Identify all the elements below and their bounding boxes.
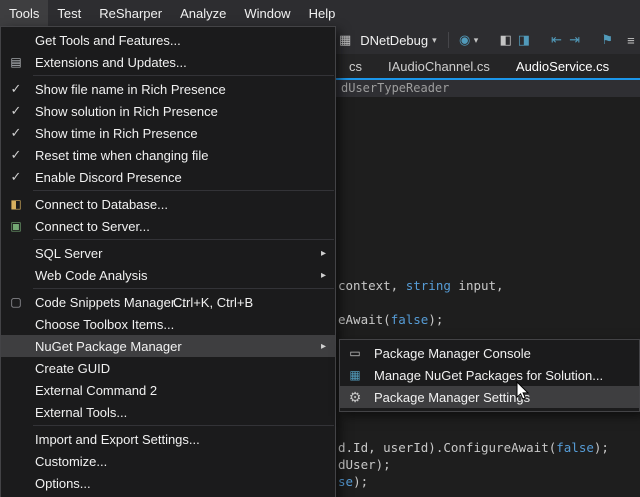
menu-separator [33,190,334,191]
checkmark-icon: ✓ [1,122,31,144]
checkmark-icon: ✓ [1,78,31,100]
menubar-item-test[interactable]: Test [48,0,90,26]
console-icon: ▭ [340,342,370,364]
menubar-item-analyze[interactable]: Analyze [171,0,235,26]
extensions-icon: ▤ [1,51,31,73]
menu-item-label: Customize... [35,454,107,469]
menu-item-label: Create GUID [35,361,110,376]
tab-partial[interactable]: cs [336,54,375,78]
menubar: Tools Test ReSharper Analyze Window Help [0,0,640,26]
menu-item-sql-server[interactable]: SQL Server ▸ [1,242,335,264]
menu-item-options[interactable]: Options... [1,472,335,494]
menu-item-create-guid[interactable]: Create GUID [1,357,335,379]
menubar-item-resharper[interactable]: ReSharper [90,0,171,26]
window-layout-alt-icon[interactable]: ◨ [516,32,532,48]
menu-item-label: Manage NuGet Packages for Solution... [374,368,603,383]
chevron-down-icon[interactable]: ▾ [474,35,479,46]
code-line: d.Id, userId).ConfigureAwait(false); [338,440,609,455]
menu-item-show-file-name[interactable]: ✓ Show file name in Rich Presence [1,78,335,100]
menu-item-label: Code Snippets Manager... [35,295,185,310]
type-name-label: dUserTypeReader [341,81,449,95]
menu-item-label: Show file name in Rich Presence [35,82,226,97]
startup-project-icon[interactable]: ▦ [337,32,353,48]
menu-item-show-solution[interactable]: ✓ Show solution in Rich Presence [1,100,335,122]
menu-item-label: Get Tools and Features... [35,33,181,48]
menu-item-code-snippets-manager[interactable]: ▢ Code Snippets Manager... Ctrl+K, Ctrl+… [1,291,335,313]
menu-item-label: Package Manager Settings [374,390,530,405]
menu-item-label: Connect to Server... [35,219,150,234]
window-layout-icon[interactable]: ◧ [498,32,514,48]
menu-item-choose-toolbox-items[interactable]: Choose Toolbox Items... [1,313,335,335]
submenu-item-package-manager-console[interactable]: ▭ Package Manager Console [340,342,639,364]
solution-config-dropdown[interactable]: DNetDebug [360,33,428,48]
menu-item-connect-to-server[interactable]: ▣ Connect to Server... [1,215,335,237]
tools-menu: Get Tools and Features... ▤ Extensions a… [0,26,336,497]
attach-debugger-icon[interactable]: ◉ [457,32,473,48]
code-snippets-icon: ▢ [1,291,31,313]
menu-item-shortcut: Ctrl+K, Ctrl+B [173,295,253,310]
menu-item-label: Import and Export Settings... [35,432,200,447]
menu-item-get-tools-and-features[interactable]: Get Tools and Features... [1,29,335,51]
menu-item-reset-time[interactable]: ✓ Reset time when changing file [1,144,335,166]
menu-item-external-command-2[interactable]: External Command 2 [1,379,335,401]
submenu-item-package-manager-settings[interactable]: ⚙ Package Manager Settings [340,386,639,408]
menu-separator [33,239,334,240]
nuget-packages-icon: ▦ [340,364,370,386]
submenu-arrow-icon: ▸ [321,248,326,259]
chevron-down-icon[interactable]: ▾ [432,35,437,46]
menu-item-label: Choose Toolbox Items... [35,317,174,332]
tab-iaudiochannel[interactable]: IAudioChannel.cs [375,54,503,78]
submenu-arrow-icon: ▸ [321,270,326,281]
code-line: se); [338,474,368,489]
toolbar-separator [448,32,449,48]
menu-item-external-tools[interactable]: External Tools... [1,401,335,423]
menu-item-label: Show time in Rich Presence [35,126,198,141]
code-line: dUser); [338,457,391,472]
bookmark-icon[interactable]: ⚑ [599,32,615,48]
checkmark-icon: ✓ [1,166,31,188]
menu-separator [33,288,334,289]
menu-item-label: Connect to Database... [35,197,168,212]
menu-item-label: SQL Server [35,246,102,261]
menu-item-enable-discord-presence[interactable]: ✓ Enable Discord Presence [1,166,335,188]
menu-item-import-export-settings[interactable]: Import and Export Settings... [1,428,335,450]
menubar-item-tools[interactable]: Tools [0,0,48,26]
visual-studio-window: Tools Test ReSharper Analyze Window Help… [0,0,640,497]
tab-audioservice[interactable]: AudioService.cs [503,54,622,78]
gear-icon: ⚙ [340,386,370,408]
code-line: eAwait(false); [338,312,443,327]
server-icon: ▣ [1,215,31,237]
menu-item-label: Package Manager Console [374,346,531,361]
nuget-package-manager-submenu: ▭ Package Manager Console ▦ Manage NuGet… [339,339,640,412]
menu-item-label: Options... [35,476,91,491]
menu-item-label: External Tools... [35,405,127,420]
menu-item-nuget-package-manager[interactable]: NuGet Package Manager ▸ [1,335,335,357]
database-icon: ◧ [1,193,31,215]
menubar-item-window[interactable]: Window [235,0,299,26]
indent-increase-icon[interactable]: ⇥ [567,32,583,48]
menu-item-show-time[interactable]: ✓ Show time in Rich Presence [1,122,335,144]
menu-item-label: Reset time when changing file [35,148,208,163]
menu-item-web-code-analysis[interactable]: Web Code Analysis ▸ [1,264,335,286]
menu-item-connect-to-database[interactable]: ◧ Connect to Database... [1,193,335,215]
checkmark-icon: ✓ [1,144,31,166]
menu-item-label: Extensions and Updates... [35,55,187,70]
menu-item-label: Enable Discord Presence [35,170,182,185]
menu-item-label: Web Code Analysis [35,268,148,283]
code-line: context, string input, [338,278,504,293]
menu-separator [33,75,334,76]
menu-separator [33,425,334,426]
menubar-item-help[interactable]: Help [300,0,345,26]
checkmark-icon: ✓ [1,100,31,122]
menu-item-label: NuGet Package Manager [35,339,182,354]
submenu-arrow-icon: ▸ [321,341,326,352]
task-list-icon[interactable]: ≡ [623,33,639,48]
menu-item-label: External Command 2 [35,383,157,398]
submenu-item-manage-nuget-packages[interactable]: ▦ Manage NuGet Packages for Solution... [340,364,639,386]
mouse-cursor [514,381,534,406]
menu-item-extensions-and-updates[interactable]: ▤ Extensions and Updates... [1,51,335,73]
indent-decrease-icon[interactable]: ⇤ [548,32,564,48]
menu-item-label: Show solution in Rich Presence [35,104,218,119]
menu-item-customize[interactable]: Customize... [1,450,335,472]
